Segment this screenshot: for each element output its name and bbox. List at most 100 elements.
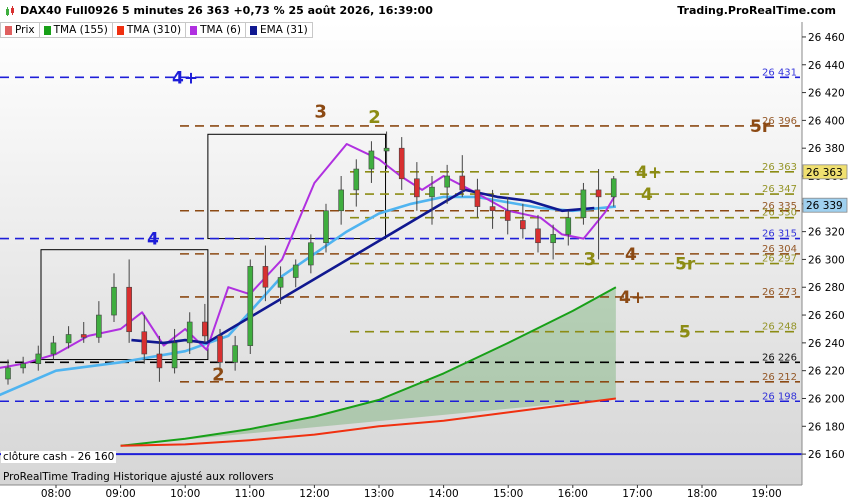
color-swatch (249, 25, 257, 35)
level-value-label: 26 212 (762, 372, 797, 383)
candle-body (353, 168, 360, 191)
candle-body (474, 189, 481, 207)
y-tick-label: 26 240 (808, 338, 845, 350)
candle-body (429, 186, 435, 198)
candle-body (504, 210, 511, 221)
legend-label: Prix (15, 24, 35, 36)
color-swatch (116, 25, 124, 35)
legend-item[interactable]: EMA (31) (245, 22, 313, 38)
candle-body (292, 264, 299, 278)
x-tick-label: 18:00 (687, 488, 717, 500)
legend-label: TMA (155) (53, 24, 108, 36)
level-tag: 4 (147, 230, 159, 250)
price-chart[interactable]: 26 4314+26 3965r26 3634+26 347426 33526 … (0, 0, 850, 500)
wave-label: 2 (212, 364, 225, 385)
chart-header: DAX40 Full0926 5 minutes 26 363 +0,73 % … (0, 0, 850, 22)
x-tick-label: 10:00 (170, 488, 200, 500)
level-tag: 4+ (172, 68, 198, 88)
footer-note: ProRealTime Trading Historique ajusté au… (3, 471, 274, 483)
candle-body (368, 150, 375, 170)
level-value-label: 26 330 (762, 208, 797, 219)
y-tick-label: 26 280 (808, 282, 845, 294)
level-tag: 4+ (619, 288, 645, 308)
candle-body (323, 210, 329, 244)
candle-body (202, 321, 208, 337)
instrument-title: DAX40 Full0926 5 minutes 26 363 +0,73 % … (20, 4, 433, 17)
wave-label: 3 (314, 102, 327, 123)
level-tag: 4 (625, 245, 637, 265)
candle-body (398, 147, 405, 180)
y-tick-label: 26 460 (808, 32, 845, 44)
level-tag: 4 (641, 185, 653, 205)
y-tick-label: 26 200 (808, 393, 845, 405)
level-value-label: 26 431 (762, 67, 797, 78)
candle-body (262, 266, 269, 288)
x-tick-label: 19:00 (751, 488, 781, 500)
candle-body (80, 334, 87, 338)
level-value-label: 26 226 (762, 352, 797, 363)
level-tag: 5 (679, 323, 691, 343)
candle-body (111, 286, 117, 316)
legend-item[interactable]: TMA (155) (39, 22, 113, 38)
candle-body (20, 363, 26, 369)
x-tick-label: 14:00 (428, 488, 458, 500)
legend-label: EMA (31) (259, 24, 308, 36)
ema-price-tag-text: 26 339 (806, 200, 843, 212)
candle-body (171, 342, 178, 369)
y-tick-label: 26 220 (808, 366, 845, 378)
level-tag: 5r (675, 255, 696, 275)
level-value-label: 26 248 (762, 322, 797, 333)
candle-body (96, 314, 102, 338)
x-tick-label: 11:00 (235, 488, 265, 500)
y-tick-label: 26 160 (808, 449, 845, 461)
brand-label: Trading.ProRealTime.com (677, 4, 836, 17)
candle-body (35, 353, 42, 365)
candle-body (610, 178, 617, 198)
candle-body (520, 220, 526, 230)
y-tick-label: 26 380 (808, 143, 845, 155)
candle-body (565, 217, 572, 235)
level-value-label: 26 315 (762, 229, 797, 240)
level-value-label: 26 273 (762, 287, 797, 298)
candle-body (277, 277, 284, 288)
level-value-label: 26 347 (762, 184, 797, 195)
candle-body (338, 189, 344, 212)
candle-body (50, 342, 57, 355)
level-value-label: 26 198 (762, 391, 797, 402)
legend-label: TMA (310) (126, 24, 182, 36)
level-tag: 5r (750, 117, 771, 137)
legend-item[interactable]: Prix (0, 22, 40, 38)
color-swatch (43, 25, 51, 35)
candle-body (444, 175, 450, 188)
legend-item[interactable]: TMA (310) (112, 22, 187, 38)
x-tick-label: 12:00 (299, 488, 329, 500)
x-tick-label: 16:00 (558, 488, 588, 500)
x-tick-label: 08:00 (41, 488, 71, 500)
legend-item[interactable]: TMA (6) (186, 22, 246, 38)
legend-label: TMA (6) (200, 24, 241, 36)
candle-body (489, 206, 496, 212)
candle-body (65, 334, 72, 344)
y-tick-label: 26 320 (808, 227, 845, 239)
candle-body (247, 266, 254, 346)
color-swatch (190, 25, 198, 35)
candle-body (217, 335, 223, 363)
x-tick-label: 09:00 (105, 488, 135, 500)
x-tick-label: 15:00 (493, 488, 523, 500)
candle-body (232, 345, 238, 363)
cash-close-label: clôture cash - 26 160 (1, 451, 117, 463)
wave-label: 3 (584, 249, 597, 270)
indicator-legend: Prix TMA (155) TMA (310) TMA (6) EMA (31) (0, 22, 313, 38)
candle-body (186, 321, 193, 344)
y-tick-label: 26 300 (808, 254, 845, 266)
y-tick-label: 26 180 (808, 421, 845, 433)
candlestick-icon (5, 25, 12, 35)
level-value-label: 26 363 (762, 162, 797, 173)
candle-body (550, 234, 556, 244)
candle-body (156, 353, 163, 369)
y-tick-label: 26 260 (808, 310, 845, 322)
level-value-label: 26 297 (762, 254, 797, 265)
candlestick-icon[interactable] (5, 6, 16, 17)
last-price-tag-text: 26 363 (806, 167, 843, 179)
wave-label: 2 (368, 107, 381, 128)
